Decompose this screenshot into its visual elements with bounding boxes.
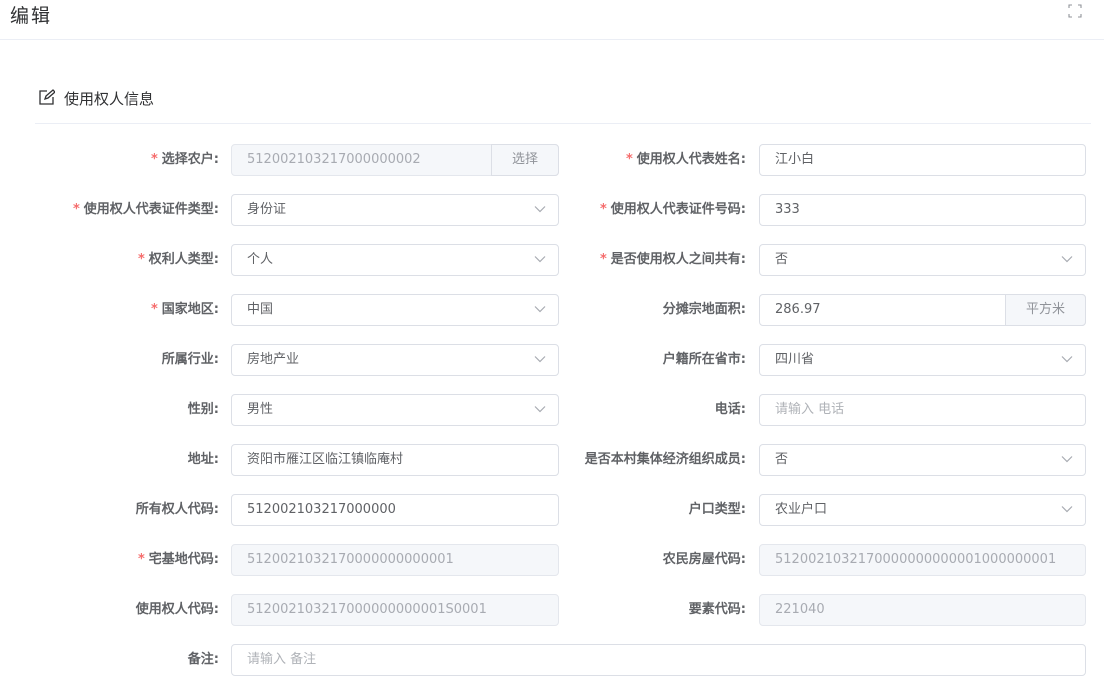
farmer-label: * 选择农户: <box>150 152 219 167</box>
industry-label: 所属行业: <box>161 352 219 367</box>
phone-label: 电话: <box>714 402 746 417</box>
province-select[interactable]: 四川省 <box>759 344 1086 376</box>
chevron-down-icon <box>534 356 546 363</box>
chevron-down-icon <box>534 256 546 263</box>
id-number-label: * 使用权人代表证件号码: <box>599 202 746 217</box>
rep-name-label: * 使用权人代表姓名: <box>625 152 746 167</box>
chevron-down-icon <box>534 306 546 313</box>
gender-label: 性别: <box>187 402 219 417</box>
user-code-input: 512002103217000000000001S0001 <box>231 594 559 626</box>
chevron-down-icon <box>534 406 546 413</box>
chevron-down-icon <box>1061 356 1073 363</box>
address-input[interactable]: 资阳市雁江区临江镇临庵村 <box>231 444 559 476</box>
country-select[interactable]: 中国 <box>231 294 559 326</box>
chevron-down-icon <box>534 206 546 213</box>
hukou-type-select[interactable]: 农业户口 <box>759 494 1086 526</box>
section-header: 使用权人信息 <box>35 86 1091 124</box>
shared-select[interactable]: 否 <box>759 244 1086 276</box>
shared-label: * 是否使用权人之间共有: <box>599 252 746 267</box>
address-label: 地址: <box>187 452 219 467</box>
choose-farmer-button[interactable]: 选择 <box>491 144 559 176</box>
area-label: 分摊宗地面积: <box>662 302 746 317</box>
house-code-input: 5120021032170000000000001000000001 <box>759 544 1086 576</box>
area-input[interactable]: 286.97 平方米 <box>759 294 1086 326</box>
industry-select[interactable]: 房地产业 <box>231 344 559 376</box>
remark-input[interactable]: 请输入 备注 <box>231 644 1086 676</box>
holder-type-select[interactable]: 个人 <box>231 244 559 276</box>
owner-code-input[interactable]: 512002103217000000 <box>231 494 559 526</box>
dialog-title: 编辑 <box>10 5 53 27</box>
remark-label: 备注: <box>187 652 219 667</box>
chevron-down-icon <box>1061 456 1073 463</box>
section-title: 使用权人信息 <box>64 90 155 108</box>
element-code-input: 221040 <box>759 594 1086 626</box>
chevron-down-icon <box>1061 256 1073 263</box>
homestead-code-label: * 宅基地代码: <box>137 552 219 567</box>
homestead-code-input: 5120021032170000000000001 <box>231 544 559 576</box>
user-code-label: 使用权人代码: <box>135 602 219 617</box>
holder-type-label: * 权利人类型: <box>137 252 219 267</box>
owner-code-label: 所有权人代码: <box>135 502 219 517</box>
fullscreen-icon[interactable] <box>1068 4 1082 18</box>
member-select[interactable]: 否 <box>759 444 1086 476</box>
id-type-label: * 使用权人代表证件类型: <box>72 202 219 217</box>
dialog-header: 编辑 <box>0 0 1104 40</box>
rep-name-input[interactable]: 江小白 <box>759 144 1086 176</box>
country-label: * 国家地区: <box>150 302 219 317</box>
id-type-select[interactable]: 身份证 <box>231 194 559 226</box>
chevron-down-icon <box>1061 506 1073 513</box>
id-number-input[interactable]: 333 <box>759 194 1086 226</box>
area-unit: 平方米 <box>1005 294 1086 326</box>
farmer-input: 512002103217000000002 选择 <box>231 144 559 176</box>
element-code-label: 要素代码: <box>688 602 746 617</box>
house-code-label: 农民房屋代码: <box>662 552 746 567</box>
gender-select[interactable]: 男性 <box>231 394 559 426</box>
member-label: 是否本村集体经济组织成员: <box>584 452 746 467</box>
hukou-type-label: 户口类型: <box>688 502 746 517</box>
phone-input[interactable]: 请输入 电话 <box>759 394 1086 426</box>
province-label: 户籍所在省市: <box>662 352 746 367</box>
edit-icon <box>39 89 55 105</box>
